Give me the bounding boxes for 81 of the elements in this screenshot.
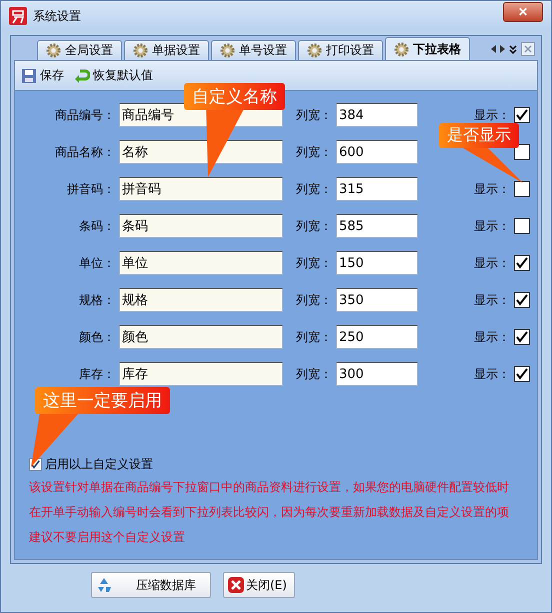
column-width-field[interactable]: 150 bbox=[336, 251, 418, 275]
column-name-field[interactable]: 规格 bbox=[119, 288, 283, 312]
column-width-field[interactable]: 585 bbox=[336, 214, 418, 238]
column-name-field[interactable]: 名称 bbox=[119, 140, 283, 164]
field-label: 拼音码： bbox=[66, 180, 115, 198]
tab[interactable]: 打印设置 bbox=[298, 40, 383, 60]
checkmark-icon bbox=[516, 368, 528, 380]
toolbar-button[interactable]: 保存 bbox=[21, 67, 64, 84]
column-width-field[interactable]: 350 bbox=[336, 288, 418, 312]
recycle-icon bbox=[96, 577, 112, 593]
gear-icon bbox=[46, 43, 61, 58]
field-label: 条码： bbox=[78, 218, 115, 234]
width-label: 列宽： bbox=[295, 218, 332, 234]
show-label: 显示： bbox=[473, 292, 510, 308]
width-label: 列宽： bbox=[295, 366, 332, 382]
column-width-field[interactable]: 315 bbox=[336, 177, 418, 201]
checkmark-icon bbox=[31, 460, 40, 469]
gear-icon bbox=[307, 43, 322, 58]
show-checkbox[interactable] bbox=[514, 255, 530, 271]
checkmark-icon bbox=[516, 331, 528, 343]
callout-label: 自定义名称 bbox=[184, 83, 285, 110]
show-label: 显示： bbox=[473, 180, 510, 198]
tab[interactable]: 单号设置 bbox=[211, 40, 296, 60]
checkmark-icon bbox=[516, 294, 528, 306]
scroll-right-icon[interactable] bbox=[500, 45, 505, 53]
close-icon bbox=[228, 577, 244, 593]
show-label: 显示： bbox=[473, 106, 510, 124]
field-label: 单位： bbox=[78, 254, 115, 272]
show-checkbox[interactable] bbox=[514, 329, 530, 345]
field-label: 库存： bbox=[78, 366, 115, 382]
column-name-field[interactable]: 条码 bbox=[119, 214, 283, 238]
show-checkbox[interactable] bbox=[514, 144, 530, 160]
tab[interactable]: 全局设置 bbox=[37, 40, 122, 60]
return-arrow-icon bbox=[74, 68, 90, 82]
column-name-field[interactable]: 库存 bbox=[119, 362, 283, 386]
callout-label: 这里一定要启用 bbox=[35, 387, 170, 414]
width-label: 列宽： bbox=[295, 328, 332, 346]
checkmark-icon bbox=[516, 109, 528, 121]
show-label: 显示： bbox=[473, 218, 510, 234]
show-checkbox[interactable] bbox=[514, 292, 530, 308]
gear-icon bbox=[220, 43, 235, 58]
app-logo-icon bbox=[9, 7, 27, 25]
footer-button[interactable]: 压缩数据库 bbox=[91, 572, 211, 598]
show-checkbox[interactable] bbox=[514, 181, 530, 197]
column-width-field[interactable]: 600 bbox=[336, 140, 418, 164]
window-title: 系统设置 bbox=[33, 8, 82, 24]
width-label: 列宽： bbox=[295, 144, 332, 160]
show-label: 显示： bbox=[473, 328, 510, 346]
warning-text: 该设置针对单据在商品编号下拉窗口中的商品资料进行设置，如果您的电脑硬件配置较低时 bbox=[29, 479, 510, 496]
tab[interactable]: 下拉表格 bbox=[385, 37, 470, 60]
chevron-down-icon[interactable] bbox=[509, 44, 517, 54]
toolbar-button[interactable]: 恢复默认值 bbox=[74, 67, 153, 84]
scroll-left-icon[interactable] bbox=[491, 45, 496, 53]
warning-text: 建议不要启用这个自定义设置 bbox=[29, 529, 186, 546]
gear-icon bbox=[394, 42, 409, 56]
width-label: 列宽： bbox=[295, 292, 332, 308]
column-name-field[interactable]: 拼音码 bbox=[119, 177, 283, 201]
show-checkbox[interactable] bbox=[514, 107, 530, 123]
checkmark-icon bbox=[516, 257, 528, 269]
show-checkbox[interactable] bbox=[514, 218, 530, 234]
gear-icon bbox=[133, 43, 148, 58]
tab[interactable]: 单据设置 bbox=[124, 40, 209, 60]
width-label: 列宽： bbox=[295, 180, 332, 198]
show-checkbox[interactable] bbox=[514, 366, 530, 382]
show-label: 显示： bbox=[473, 254, 510, 272]
field-label: 规格： bbox=[78, 292, 115, 308]
field-label: 颜色： bbox=[78, 328, 115, 346]
column-width-field[interactable]: 300 bbox=[336, 362, 418, 386]
column-name-field[interactable]: 单位 bbox=[119, 251, 283, 275]
enable-label: 启用以上自定义设置 bbox=[45, 456, 153, 473]
field-label: 商品名称： bbox=[54, 144, 115, 160]
width-label: 列宽： bbox=[295, 106, 332, 124]
column-name-field[interactable]: 颜色 bbox=[119, 325, 283, 349]
width-label: 列宽： bbox=[295, 254, 332, 272]
footer-button[interactable]: 关闭(E) bbox=[223, 572, 295, 598]
callout-label: 是否显示 bbox=[439, 123, 519, 148]
column-width-field[interactable]: 250 bbox=[336, 325, 418, 349]
field-label: 商品编号： bbox=[54, 106, 115, 124]
column-width-field[interactable]: 384 bbox=[336, 103, 418, 127]
show-label: 显示： bbox=[473, 366, 510, 382]
warning-text: 在开单手动输入编号时会看到下拉列表比较闪，因为每次要重新加载数据及自定义设置的项 bbox=[29, 504, 510, 521]
